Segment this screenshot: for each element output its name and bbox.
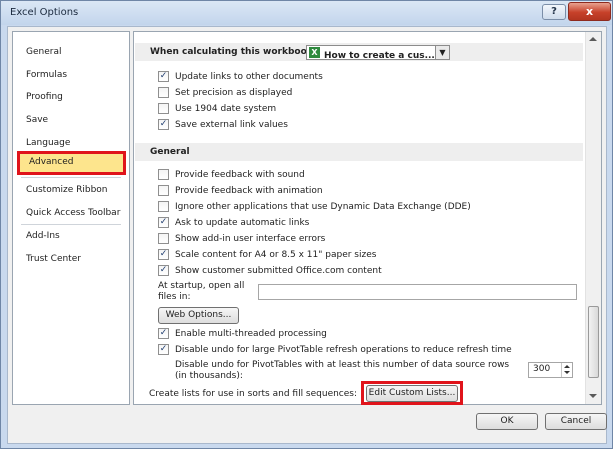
workbook-calc-header: When calculating this workbook: X How to… (135, 43, 583, 61)
nav-divider (21, 224, 121, 225)
option-label: Enable multi-threaded processing (175, 329, 327, 339)
nav-item-label: Quick Access Toolbar (26, 208, 121, 218)
help-icon: ? (551, 6, 557, 17)
checkbox-unchecked[interactable] (158, 87, 169, 98)
title-bar[interactable]: Excel Options ? x (1, 1, 612, 25)
startup-folder-input[interactable] (258, 284, 577, 300)
nav-item-general[interactable]: General (13, 42, 129, 62)
option-label: Set precision as displayed (175, 88, 293, 98)
excel-workbook-icon: X (309, 47, 320, 58)
checkbox-unchecked[interactable] (158, 103, 169, 114)
checkbox-checked[interactable]: ✓ (158, 119, 169, 130)
nav-item-customize-ribbon[interactable]: Customize Ribbon (13, 180, 129, 200)
help-button[interactable]: ? (542, 4, 566, 20)
nav-divider (21, 177, 121, 178)
option-label: Provide feedback with animation (175, 186, 323, 196)
chevron-down-icon[interactable]: ▼ (435, 46, 449, 59)
nav-item-label: Language (26, 138, 71, 148)
checkbox-unchecked[interactable] (158, 233, 169, 244)
nav-item-label: Customize Ribbon (26, 185, 108, 195)
workbook-dropdown[interactable]: X How to create a cus... ▼ (306, 45, 450, 61)
excel-options-dialog: Excel Options ? x General Formulas Proof… (0, 0, 613, 449)
option-label: Disable undo for large PivotTable refres… (175, 345, 512, 355)
undo-rows-spinner[interactable]: 300 (528, 362, 573, 378)
option-label: Show customer submitted Office.com conte… (175, 266, 382, 276)
section-title: General (150, 147, 190, 157)
checkbox-unchecked[interactable] (158, 201, 169, 212)
nav-item-label: Save (26, 115, 49, 125)
custom-lists-label: Create lists for use in sorts and fill s… (149, 389, 358, 399)
nav-item-quick-access-toolbar[interactable]: Quick Access Toolbar (13, 203, 129, 223)
nav-item-label: Advanced (29, 157, 74, 167)
nav-item-advanced[interactable]: Advanced (17, 151, 126, 175)
option-label: Save external link values (175, 120, 288, 130)
ok-button[interactable]: OK (476, 413, 538, 430)
web-options-button[interactable]: Web Options... (158, 307, 239, 324)
spinner-arrows[interactable] (561, 363, 572, 377)
scrollbar-thumb[interactable] (588, 306, 599, 378)
close-button[interactable]: x (568, 2, 611, 21)
window-title: Excel Options (10, 7, 79, 18)
option-label: Ask to update automatic links (175, 218, 310, 228)
options-nav: General Formulas Proofing Save Language … (12, 31, 130, 405)
option-label: Update links to other documents (175, 72, 323, 82)
edit-custom-lists-button[interactable]: Edit Custom Lists... (366, 385, 458, 402)
startup-folder-label: At startup, open all files in: (158, 281, 245, 302)
checkbox-checked[interactable]: ✓ (158, 344, 169, 355)
option-label: Scale content for A4 or 8.5 x 11" paper … (175, 250, 377, 260)
checkbox-unchecked[interactable] (158, 185, 169, 196)
checkbox-checked[interactable]: ✓ (158, 249, 169, 260)
advanced-options-pane: When calculating this workbook: X How to… (133, 31, 602, 405)
cancel-button[interactable]: Cancel (545, 413, 607, 430)
checkbox-checked[interactable]: ✓ (158, 265, 169, 276)
nav-item-save[interactable]: Save (13, 110, 129, 130)
nav-item-label: Proofing (26, 92, 63, 102)
option-label: Show add-in user interface errors (175, 234, 326, 244)
spinner-down-icon[interactable] (564, 371, 570, 374)
undo-rows-value[interactable]: 300 (533, 364, 550, 374)
nav-item-proofing[interactable]: Proofing (13, 87, 129, 107)
checkbox-checked[interactable]: ✓ (158, 71, 169, 82)
pane-scrollbar[interactable] (585, 32, 601, 404)
nav-item-label: General (26, 47, 62, 57)
workbook-calc-label: When calculating this workbook: (150, 47, 317, 57)
workbook-dropdown-value: How to create a cus... (324, 51, 435, 61)
nav-item-add-ins[interactable]: Add-Ins (13, 226, 129, 246)
scroll-up-icon[interactable] (589, 37, 597, 41)
nav-item-trust-center[interactable]: Trust Center (13, 249, 129, 269)
dialog-body: General Formulas Proofing Save Language … (7, 26, 607, 444)
nav-item-label: Add-Ins (26, 231, 60, 241)
nav-item-formulas[interactable]: Formulas (13, 65, 129, 85)
close-icon: x (585, 5, 594, 18)
general-section-header: General (135, 143, 583, 161)
checkbox-unchecked[interactable] (158, 169, 169, 180)
option-label: Use 1904 date system (175, 104, 277, 114)
nav-item-label: Formulas (26, 70, 68, 80)
nav-item-label: Trust Center (26, 254, 81, 264)
scroll-down-icon[interactable] (589, 394, 597, 398)
checkbox-checked[interactable]: ✓ (158, 217, 169, 228)
option-label: Provide feedback with sound (175, 170, 305, 180)
spinner-up-icon[interactable] (564, 365, 570, 368)
nav-item-language[interactable]: Language (13, 133, 129, 153)
undo-rows-label: Disable undo for PivotTables with at lea… (175, 360, 510, 381)
option-label: Ignore other applications that use Dynam… (175, 202, 471, 212)
checkbox-checked[interactable]: ✓ (158, 328, 169, 339)
